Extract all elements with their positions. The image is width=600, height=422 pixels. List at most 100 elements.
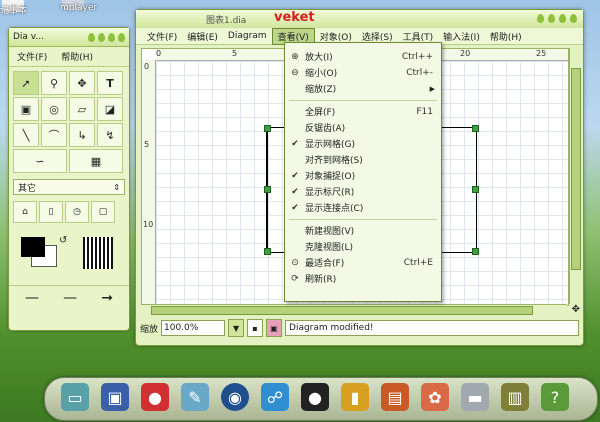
resize-handle[interactable]	[264, 248, 271, 255]
menu-diagram[interactable]: Diagram	[223, 30, 272, 42]
sheet-shape-icon[interactable]: ⌂	[13, 201, 37, 223]
resize-handle[interactable]	[472, 125, 479, 132]
check-icon: ✔	[291, 202, 299, 213]
resize-handle[interactable]	[472, 186, 479, 193]
snap-toggle-icon[interactable]: ▪	[247, 319, 264, 337]
toolbox-menu-file[interactable]: 文件(F)	[17, 50, 47, 63]
line-tool-icon[interactable]: ╲	[13, 123, 39, 147]
magnify-tool-icon[interactable]: ⚲	[41, 71, 67, 95]
bezier-tool-icon[interactable]: ∽	[13, 149, 67, 173]
presentation-app-icon[interactable]: ▤	[381, 383, 409, 411]
menu-item-show-connection-points[interactable]: ✔ 显示连接点(C)	[285, 200, 441, 215]
menu-item-best-fit[interactable]: ⊙ 最适合(F) Ctrl+E	[285, 255, 441, 270]
view-menu-dropdown: ⊕ 放大(I) Ctrl++ ⊖ 缩小(O) Ctrl+- 缩放(Z) ▶ 全屏…	[284, 42, 442, 302]
menu-item-snap-to-grid[interactable]: 对齐到网格(S)	[285, 152, 441, 167]
vertical-scrollbar[interactable]	[569, 48, 581, 304]
resize-handle[interactable]	[472, 248, 479, 255]
editor-app-icon[interactable]: ✎	[181, 383, 209, 411]
menu-edit[interactable]: 编辑(E)	[182, 29, 223, 44]
vertical-ruler: 0 5 10	[142, 60, 156, 305]
toolbox-menu-help[interactable]: 帮助(H)	[61, 50, 93, 63]
close-icon[interactable]	[570, 14, 577, 23]
zoom-in-icon: ⊕	[291, 51, 299, 62]
polyline-tool-icon[interactable]: ↯	[97, 123, 123, 147]
toolbox-title: Dia v...	[13, 32, 45, 42]
magnet-toggle-icon[interactable]: ▣	[266, 319, 283, 337]
sheet-clock-icon[interactable]: ◷	[65, 201, 89, 223]
line-width-selector[interactable]	[83, 237, 113, 269]
text-tool-icon[interactable]: T	[97, 71, 123, 95]
line-end-style-icon[interactable]: —	[63, 290, 77, 306]
zoom-dropdown-button[interactable]: ▼	[228, 319, 245, 337]
window-title: 图表1.dia	[206, 16, 247, 26]
check-icon: ✔	[291, 170, 299, 181]
network-app-icon[interactable]: ☍	[261, 383, 289, 411]
menu-help[interactable]: 帮助(H)	[485, 29, 527, 44]
menu-item-new-view[interactable]: 新建视图(V)	[285, 223, 441, 238]
menu-item-object-snap[interactable]: ✔ 对象捕捉(O)	[285, 168, 441, 183]
menu-file[interactable]: 文件(F)	[142, 29, 182, 44]
menu-item-show-grid[interactable]: ✔ 显示网格(G)	[285, 136, 441, 151]
mascot-app-icon[interactable]: ●	[141, 383, 169, 411]
ellipse-tool-icon[interactable]: ◎	[41, 97, 67, 121]
toolbox-titlebar[interactable]: Dia v...	[9, 28, 129, 47]
shade-icon[interactable]	[108, 32, 115, 42]
zigzag-tool-icon[interactable]: ↳	[69, 123, 95, 147]
menu-item-show-rulers[interactable]: ✔ 显示标尺(R)	[285, 184, 441, 199]
terminal-app-icon[interactable]: ▥	[501, 383, 529, 411]
usb-drive-app-icon[interactable]: ▬	[461, 383, 489, 411]
menu-item-refresh[interactable]: ⟳ 刷新(R)	[285, 271, 441, 286]
desktop-app-icon[interactable]: ▭	[61, 383, 89, 411]
image-tool-icon[interactable]: ▦	[69, 149, 123, 173]
notepad-desktop-label[interactable]: 记事本	[0, 3, 27, 16]
shade-icon[interactable]	[559, 14, 566, 23]
box-tool-icon[interactable]: ▣	[13, 97, 39, 121]
beziergon-tool-icon[interactable]: ◪	[97, 97, 123, 121]
window-titlebar[interactable]: 图表1.dia veket	[136, 10, 583, 28]
ruler-top-label: 5	[232, 49, 238, 58]
arrow-end-icon[interactable]: ➞	[101, 290, 113, 306]
dia-toolbox-window: Dia v... 文件(F) 帮助(H) ➚ ⚲ ✥ T ▣ ◎ ▱ ◪ ╲ ⌒…	[8, 27, 130, 331]
foreground-color-swatch[interactable]	[21, 237, 45, 257]
ruler-left-label: 5	[144, 140, 150, 149]
close-icon[interactable]	[118, 32, 125, 42]
resize-handle[interactable]	[264, 186, 271, 193]
status-bar: 缩放 100.0% ▼ ▪ ▣ Diagram modified!	[140, 318, 579, 338]
resize-handle[interactable]	[264, 125, 271, 132]
menu-item-zoom[interactable]: 缩放(Z) ▶	[285, 81, 441, 96]
menu-item-zoom-out[interactable]: ⊖ 缩小(O) Ctrl+-	[285, 65, 441, 80]
line-style-icon[interactable]: —	[25, 290, 39, 306]
menu-item-zoom-in[interactable]: ⊕ 放大(I) Ctrl++	[285, 49, 441, 64]
brand-label: veket	[274, 10, 315, 25]
maximize-icon[interactable]	[98, 32, 105, 42]
sheet-select[interactable]: 其它 ⇕	[13, 179, 125, 195]
maximize-icon[interactable]	[548, 14, 555, 23]
horizontal-scrollbar[interactable]	[141, 304, 567, 315]
menu-input-method[interactable]: 输入法(I)	[438, 29, 485, 44]
menu-item-clone-view[interactable]: 克隆视图(L)	[285, 239, 441, 254]
minimize-icon[interactable]	[537, 14, 544, 23]
zoom-input[interactable]: 100.0%	[161, 320, 226, 336]
media-player-app-icon[interactable]: ◉	[221, 383, 249, 411]
sheet-page-icon[interactable]: ▯	[39, 201, 63, 223]
qq-penguin-app-icon[interactable]: ●	[301, 383, 329, 411]
monitor-app-icon[interactable]: ▣	[101, 383, 129, 411]
paint-app-icon[interactable]: ✿	[421, 383, 449, 411]
arc-tool-icon[interactable]: ⌒	[41, 123, 67, 147]
menu-item-fullscreen[interactable]: 全屏(F) F11	[285, 104, 441, 119]
minimize-icon[interactable]	[88, 32, 95, 42]
sheet-select-value: 其它	[18, 183, 37, 194]
help-app-icon[interactable]: ?	[541, 383, 569, 411]
mplayer-desktop-label[interactable]: mplayer	[60, 3, 97, 13]
swap-colors-icon[interactable]: ↺	[59, 235, 67, 246]
polygon-tool-icon[interactable]: ▱	[69, 97, 95, 121]
vertical-scroll-thumb[interactable]	[571, 68, 581, 270]
navigation-cross-icon[interactable]: ✥	[572, 304, 580, 315]
menu-item-antialias[interactable]: 反锯齿(A)	[285, 120, 441, 135]
file-manager-app-icon[interactable]: ▮	[341, 383, 369, 411]
horizontal-scroll-thumb[interactable]	[151, 306, 533, 315]
move-tool-icon[interactable]: ✥	[69, 71, 95, 95]
ruler-top-label: 0	[156, 49, 162, 58]
sheet-frame-icon[interactable]: ▢	[91, 201, 115, 223]
pointer-tool-icon[interactable]: ➚	[13, 71, 39, 95]
